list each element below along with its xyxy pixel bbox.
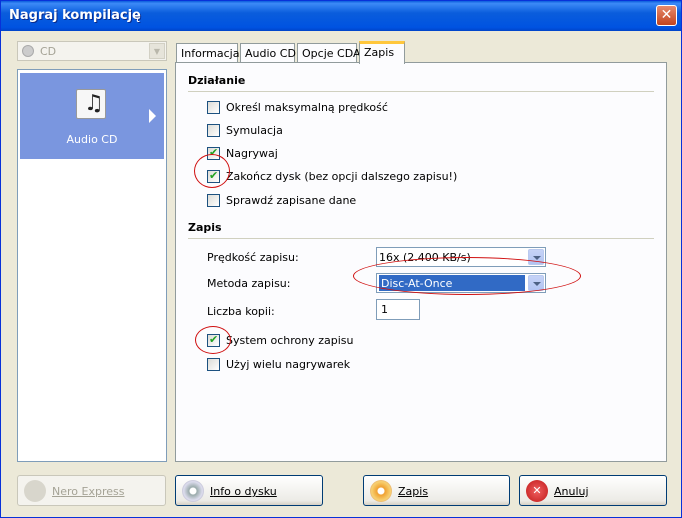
checkbox-max-speed[interactable] — [207, 101, 220, 114]
checkbox-multiple-recorders[interactable] — [207, 358, 220, 371]
option-burn-proof-label: System ochrony zapisu — [226, 334, 354, 347]
nero-express-label-rest: ero Express — [60, 485, 125, 498]
cancel-label-mnemonic: A — [554, 485, 562, 498]
arrow-right-icon — [149, 109, 156, 123]
option-simulation-label: Symulacja — [226, 124, 283, 137]
section-divider — [188, 238, 654, 239]
disc-info-icon — [182, 480, 204, 502]
burn-label: Zapis — [398, 485, 428, 498]
list-item-label: Audio CD — [66, 133, 118, 146]
tab-panel-zapis: Działanie Określ maksymalną prędkość Sym… — [175, 62, 667, 462]
option-max-speed-label: Określ maksymalną prędkość — [226, 101, 388, 114]
disc-info-button[interactable]: Info o dysku — [175, 475, 323, 506]
chevron-down-icon[interactable] — [528, 249, 544, 265]
write-speed-select[interactable]: 16x (2.400 KB/s) — [376, 247, 546, 267]
cancel-label: Anuluj — [554, 485, 589, 498]
copies-input[interactable]: 1 — [376, 299, 420, 320]
option-write-label: Nagrywaj — [226, 147, 278, 160]
tab-audio-cd[interactable]: Audio CD — [240, 43, 296, 63]
write-speed-label: Prędkość zapisu: — [207, 251, 299, 264]
cancel-icon: ✕ — [526, 480, 548, 502]
checkbox-finalize-disc[interactable] — [207, 169, 220, 183]
write-method-select[interactable]: Disc-At-Once — [376, 273, 546, 293]
section-title-dzialanie: Działanie — [188, 74, 246, 87]
chevron-down-icon: ▼ — [149, 43, 165, 59]
nero-express-icon — [24, 480, 46, 502]
disc-info-label: Info o dysku — [210, 485, 277, 498]
tab-opcje-cda[interactable]: Opcje CDA — [297, 43, 361, 63]
compilation-type-list: ♫ Audio CD — [17, 69, 167, 462]
nero-express-label-mnemonic: N — [52, 485, 61, 498]
close-button[interactable]: ✕ — [656, 5, 677, 26]
checkbox-burn-proof[interactable] — [207, 333, 220, 347]
list-item-audio-cd[interactable]: ♫ Audio CD — [20, 73, 164, 159]
recorder-type-value: CD — [40, 45, 57, 58]
disc-icon — [22, 45, 34, 57]
checkbox-write[interactable] — [207, 146, 220, 160]
write-method-label: Metoda zapisu: — [207, 277, 291, 290]
window-title: Nagraj kompilację — [9, 8, 141, 23]
write-speed-value: 16x (2.400 KB/s) — [379, 251, 471, 264]
disc-info-label-rest: nfo o dysku — [213, 485, 277, 498]
option-finalize-disc-label: Zakończ dysk (bez opcji dalszego zapisu!… — [226, 170, 458, 183]
option-multiple-recorders-label: Użyj wielu nagrywarek — [226, 358, 351, 371]
nero-express-button[interactable]: Nero Express — [17, 475, 166, 506]
copies-value: 1 — [381, 303, 388, 316]
section-title-zapis: Zapis — [188, 221, 222, 234]
title-bar[interactable]: Nagraj kompilację ✕ — [1, 1, 681, 31]
burn-compilation-window: Nagraj kompilację ✕ CD ▼ ♫ Audio CD Info… — [0, 0, 682, 518]
tab-informacja[interactable]: Informacja — [176, 43, 239, 63]
checkbox-simulation[interactable] — [207, 124, 220, 137]
section-divider — [188, 91, 654, 92]
option-verify-data-label: Sprawdź zapisane dane — [226, 194, 357, 207]
burn-label-rest: apis — [405, 485, 429, 498]
write-method-value: Disc-At-Once — [379, 275, 525, 291]
checkbox-verify-data[interactable] — [207, 194, 220, 207]
music-note-icon: ♫ — [84, 91, 104, 116]
cancel-label-rest: nuluj — [561, 485, 589, 498]
burn-button[interactable]: Zapis — [363, 475, 510, 506]
burn-label-mnemonic: Z — [398, 485, 406, 498]
chevron-down-icon[interactable] — [528, 275, 544, 291]
audio-cd-icon: ♫ — [76, 89, 106, 119]
recorder-type-combo: CD ▼ — [17, 41, 167, 61]
tab-zapis[interactable]: Zapis — [359, 41, 405, 64]
nero-express-label: Nero Express — [52, 485, 124, 498]
copies-label: Liczba kopii: — [207, 305, 275, 318]
burn-icon — [370, 480, 392, 502]
cancel-button[interactable]: ✕ Anuluj — [519, 475, 667, 506]
